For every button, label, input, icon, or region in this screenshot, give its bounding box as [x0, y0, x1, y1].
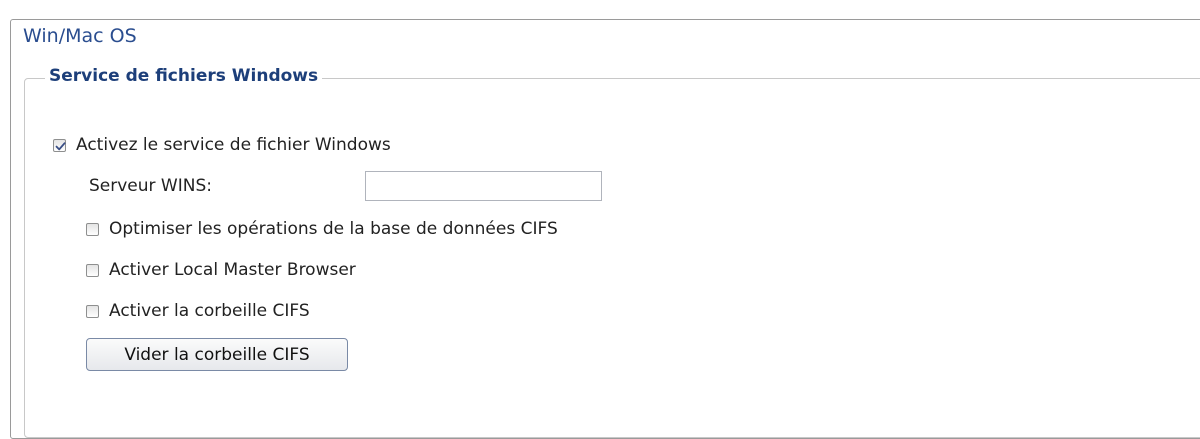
local-master-browser-label: Activer Local Master Browser	[109, 260, 356, 280]
local-master-browser-row[interactable]: Activer Local Master Browser	[86, 258, 356, 282]
empty-cifs-recycle-bin-button[interactable]: Vider la corbeille CIFS	[86, 338, 348, 371]
enable-windows-file-service-row[interactable]: Activez le service de fichier Windows	[53, 133, 391, 157]
optimize-cifs-db-row[interactable]: Optimiser les opérations de la base de d…	[86, 217, 558, 241]
cifs-recycle-bin-checkbox[interactable]	[86, 304, 99, 318]
enable-windows-file-service-checkbox[interactable]	[53, 138, 66, 152]
wins-server-label: Serveur WINS:	[89, 176, 212, 196]
cifs-recycle-bin-label: Activer la corbeille CIFS	[109, 301, 310, 321]
optimize-cifs-db-label: Optimiser les opérations de la base de d…	[109, 219, 558, 239]
check-mark-icon	[55, 141, 66, 150]
wins-server-row: Serveur WINS:	[89, 174, 212, 198]
optimize-cifs-db-checkbox[interactable]	[86, 222, 99, 236]
panel-title: Win/Mac OS	[23, 25, 137, 47]
enable-windows-file-service-label: Activez le service de fichier Windows	[76, 135, 391, 155]
group-legend: Service de fichiers Windows	[45, 66, 323, 86]
wins-server-input[interactable]	[365, 171, 602, 201]
local-master-browser-checkbox[interactable]	[86, 263, 99, 277]
cifs-recycle-bin-row[interactable]: Activer la corbeille CIFS	[86, 299, 310, 323]
